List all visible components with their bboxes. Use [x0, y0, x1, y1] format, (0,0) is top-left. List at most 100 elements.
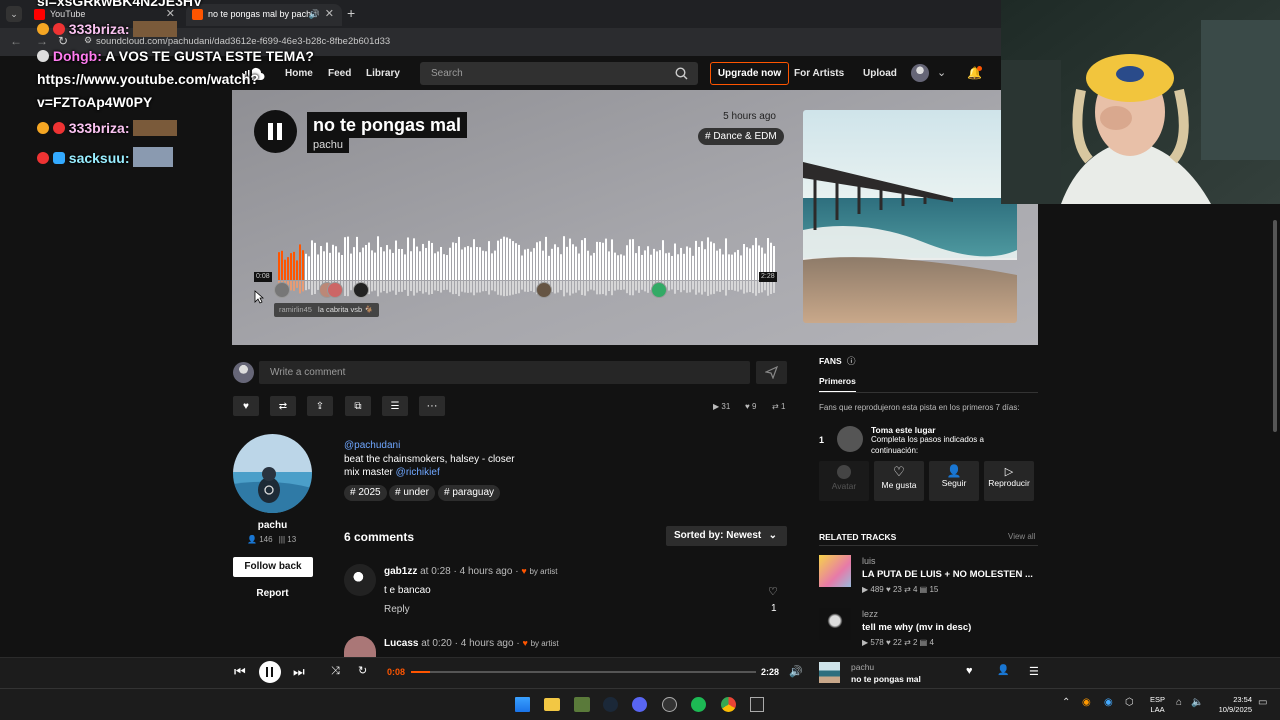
- clock[interactable]: 23:54 10/9/2025: [1212, 695, 1252, 715]
- comment-input[interactable]: Write a comment: [259, 361, 750, 384]
- view-all-link[interactable]: View all: [1008, 532, 1035, 541]
- tag-2025[interactable]: # 2025: [344, 485, 387, 501]
- related-track-art[interactable]: [819, 555, 851, 587]
- comment-like-icon[interactable]: ♡: [768, 585, 778, 598]
- upgrade-button[interactable]: Upgrade now: [710, 62, 789, 85]
- notification-center-icon[interactable]: ▭: [1258, 697, 1267, 708]
- tracks-count[interactable]: 13: [287, 535, 296, 544]
- tray-app-icon[interactable]: ◉: [1104, 697, 1113, 708]
- comment-user[interactable]: gab1zz: [384, 566, 417, 577]
- related-track-title[interactable]: tell me why (mv in desc): [862, 622, 971, 633]
- tag-paraguay[interactable]: # paraguay: [438, 485, 501, 501]
- chevron-down-icon[interactable]: ⌄: [937, 66, 946, 79]
- language-indicator[interactable]: ESP LAA: [1150, 695, 1165, 715]
- spotify-icon[interactable]: [691, 697, 706, 712]
- related-header: RELATED TRACKS: [819, 532, 897, 542]
- copy-link-button[interactable]: ⧉: [345, 396, 371, 416]
- search-icon[interactable]: [675, 67, 688, 80]
- volume-icon[interactable]: 🔊: [789, 665, 803, 678]
- obs-icon[interactable]: [662, 697, 677, 712]
- followers-count[interactable]: 146: [259, 535, 272, 544]
- description-mention[interactable]: @richikief: [396, 467, 440, 478]
- steam-icon[interactable]: [603, 697, 618, 712]
- add-to-playlist-button[interactable]: ☰: [382, 396, 408, 416]
- nav-home[interactable]: Home: [285, 68, 313, 79]
- sort-dropdown[interactable]: Sorted by: Newest ⌄: [666, 526, 787, 546]
- related-track-artist[interactable]: lezz: [862, 609, 878, 619]
- comment-time[interactable]: 0:28: [431, 566, 450, 577]
- comment-time[interactable]: 0:20: [432, 638, 451, 649]
- description-mention[interactable]: @pachudani: [344, 440, 400, 451]
- comment-user[interactable]: Lucass: [384, 638, 418, 649]
- tray-chevron-icon[interactable]: ⌃: [1062, 697, 1070, 708]
- comment-avatar[interactable]: [344, 564, 376, 596]
- nav-upload[interactable]: Upload: [863, 68, 897, 79]
- waveform-comment-avatar[interactable]: [327, 282, 343, 298]
- more-button[interactable]: ···: [419, 396, 445, 416]
- tab-list-button[interactable]: ⌄: [6, 6, 22, 22]
- previous-track-icon[interactable]: ⏮: [234, 664, 246, 680]
- artist-avatar[interactable]: [233, 434, 312, 513]
- fan-step-follow[interactable]: 👤 Seguir: [929, 461, 979, 501]
- close-icon[interactable]: ✕: [325, 4, 334, 24]
- related-track-title[interactable]: LA PUTA DE LUIS + NO MOLESTEN ...: [862, 569, 1033, 580]
- player-pause-button[interactable]: [259, 661, 281, 683]
- follow-back-button[interactable]: Follow back: [233, 557, 313, 577]
- report-link[interactable]: Report: [233, 588, 312, 599]
- track-artist-link[interactable]: pachu: [307, 138, 349, 153]
- speaker-icon[interactable]: 🔊: [309, 4, 320, 24]
- player-progress-track[interactable]: [411, 671, 756, 673]
- file-explorer-icon[interactable]: [544, 698, 560, 711]
- waveform-comment-avatar[interactable]: [536, 282, 552, 298]
- info-icon[interactable]: ⓘ: [847, 356, 856, 366]
- search-input[interactable]: Search: [420, 62, 698, 85]
- player-like-icon[interactable]: ♥: [966, 665, 973, 677]
- tag-under[interactable]: # under: [389, 485, 435, 501]
- app-icon[interactable]: [574, 697, 590, 712]
- user-avatar[interactable]: [911, 64, 929, 82]
- player-track-art[interactable]: [819, 662, 840, 683]
- waveform-comment-avatar[interactable]: [353, 282, 369, 298]
- related-track-art[interactable]: [819, 608, 851, 640]
- send-comment-button[interactable]: [756, 361, 787, 384]
- player-follow-icon[interactable]: 👤: [997, 665, 1009, 676]
- related-track-artist[interactable]: luis: [862, 556, 876, 566]
- waveform-bar-reflection: [563, 281, 565, 297]
- like-button[interactable]: ♥: [233, 396, 259, 416]
- discord-icon[interactable]: [632, 697, 647, 712]
- tab-soundcloud[interactable]: no te pongas mal by pachu 🔊 ✕: [186, 4, 342, 26]
- nav-for-artists[interactable]: For Artists: [794, 68, 844, 79]
- fans-tab-primeros[interactable]: Primeros: [819, 376, 856, 393]
- repeat-icon[interactable]: ↻: [358, 664, 367, 677]
- shuffle-icon[interactable]: ⤨: [331, 665, 340, 678]
- player-artist[interactable]: pachu: [851, 662, 874, 672]
- next-track-icon[interactable]: ⏭: [293, 664, 305, 680]
- windows-start-icon[interactable]: [515, 697, 530, 712]
- waveform-bar-reflection: [758, 281, 760, 294]
- waveform-comment-avatar[interactable]: [274, 282, 290, 298]
- nav-library[interactable]: Library: [366, 68, 400, 79]
- waveform-bar-reflection: [719, 281, 721, 292]
- repost-button[interactable]: ⇄: [270, 396, 296, 416]
- player-title[interactable]: no te pongas mal: [851, 674, 921, 684]
- epic-games-icon[interactable]: [750, 697, 764, 712]
- page-scrollbar[interactable]: [1273, 220, 1277, 432]
- volume-tray-icon[interactable]: 🔈: [1191, 697, 1203, 708]
- comment-avatar[interactable]: [344, 636, 376, 658]
- fan-step-like[interactable]: ♡ Me gusta: [874, 461, 924, 501]
- genre-tag[interactable]: # Dance & EDM: [698, 128, 784, 145]
- share-button[interactable]: ⇪: [307, 396, 333, 416]
- tray-app-icon[interactable]: ◉: [1082, 697, 1091, 708]
- tray-app-icon[interactable]: ⬡: [1125, 697, 1134, 708]
- pause-button[interactable]: [254, 110, 297, 153]
- artist-name-link[interactable]: pachu: [233, 520, 312, 531]
- network-icon[interactable]: ⌂: [1176, 697, 1182, 708]
- waveform-comment-avatar[interactable]: [651, 282, 667, 298]
- fan-step-play[interactable]: ▷ Reproducir: [984, 461, 1034, 501]
- reply-link[interactable]: Reply: [384, 604, 410, 615]
- chrome-icon[interactable]: [721, 697, 736, 712]
- new-tab-button[interactable]: +: [347, 5, 355, 21]
- queue-icon[interactable]: ☰: [1029, 665, 1039, 678]
- back-icon[interactable]: ←: [10, 34, 22, 48]
- nav-feed[interactable]: Feed: [328, 68, 351, 79]
